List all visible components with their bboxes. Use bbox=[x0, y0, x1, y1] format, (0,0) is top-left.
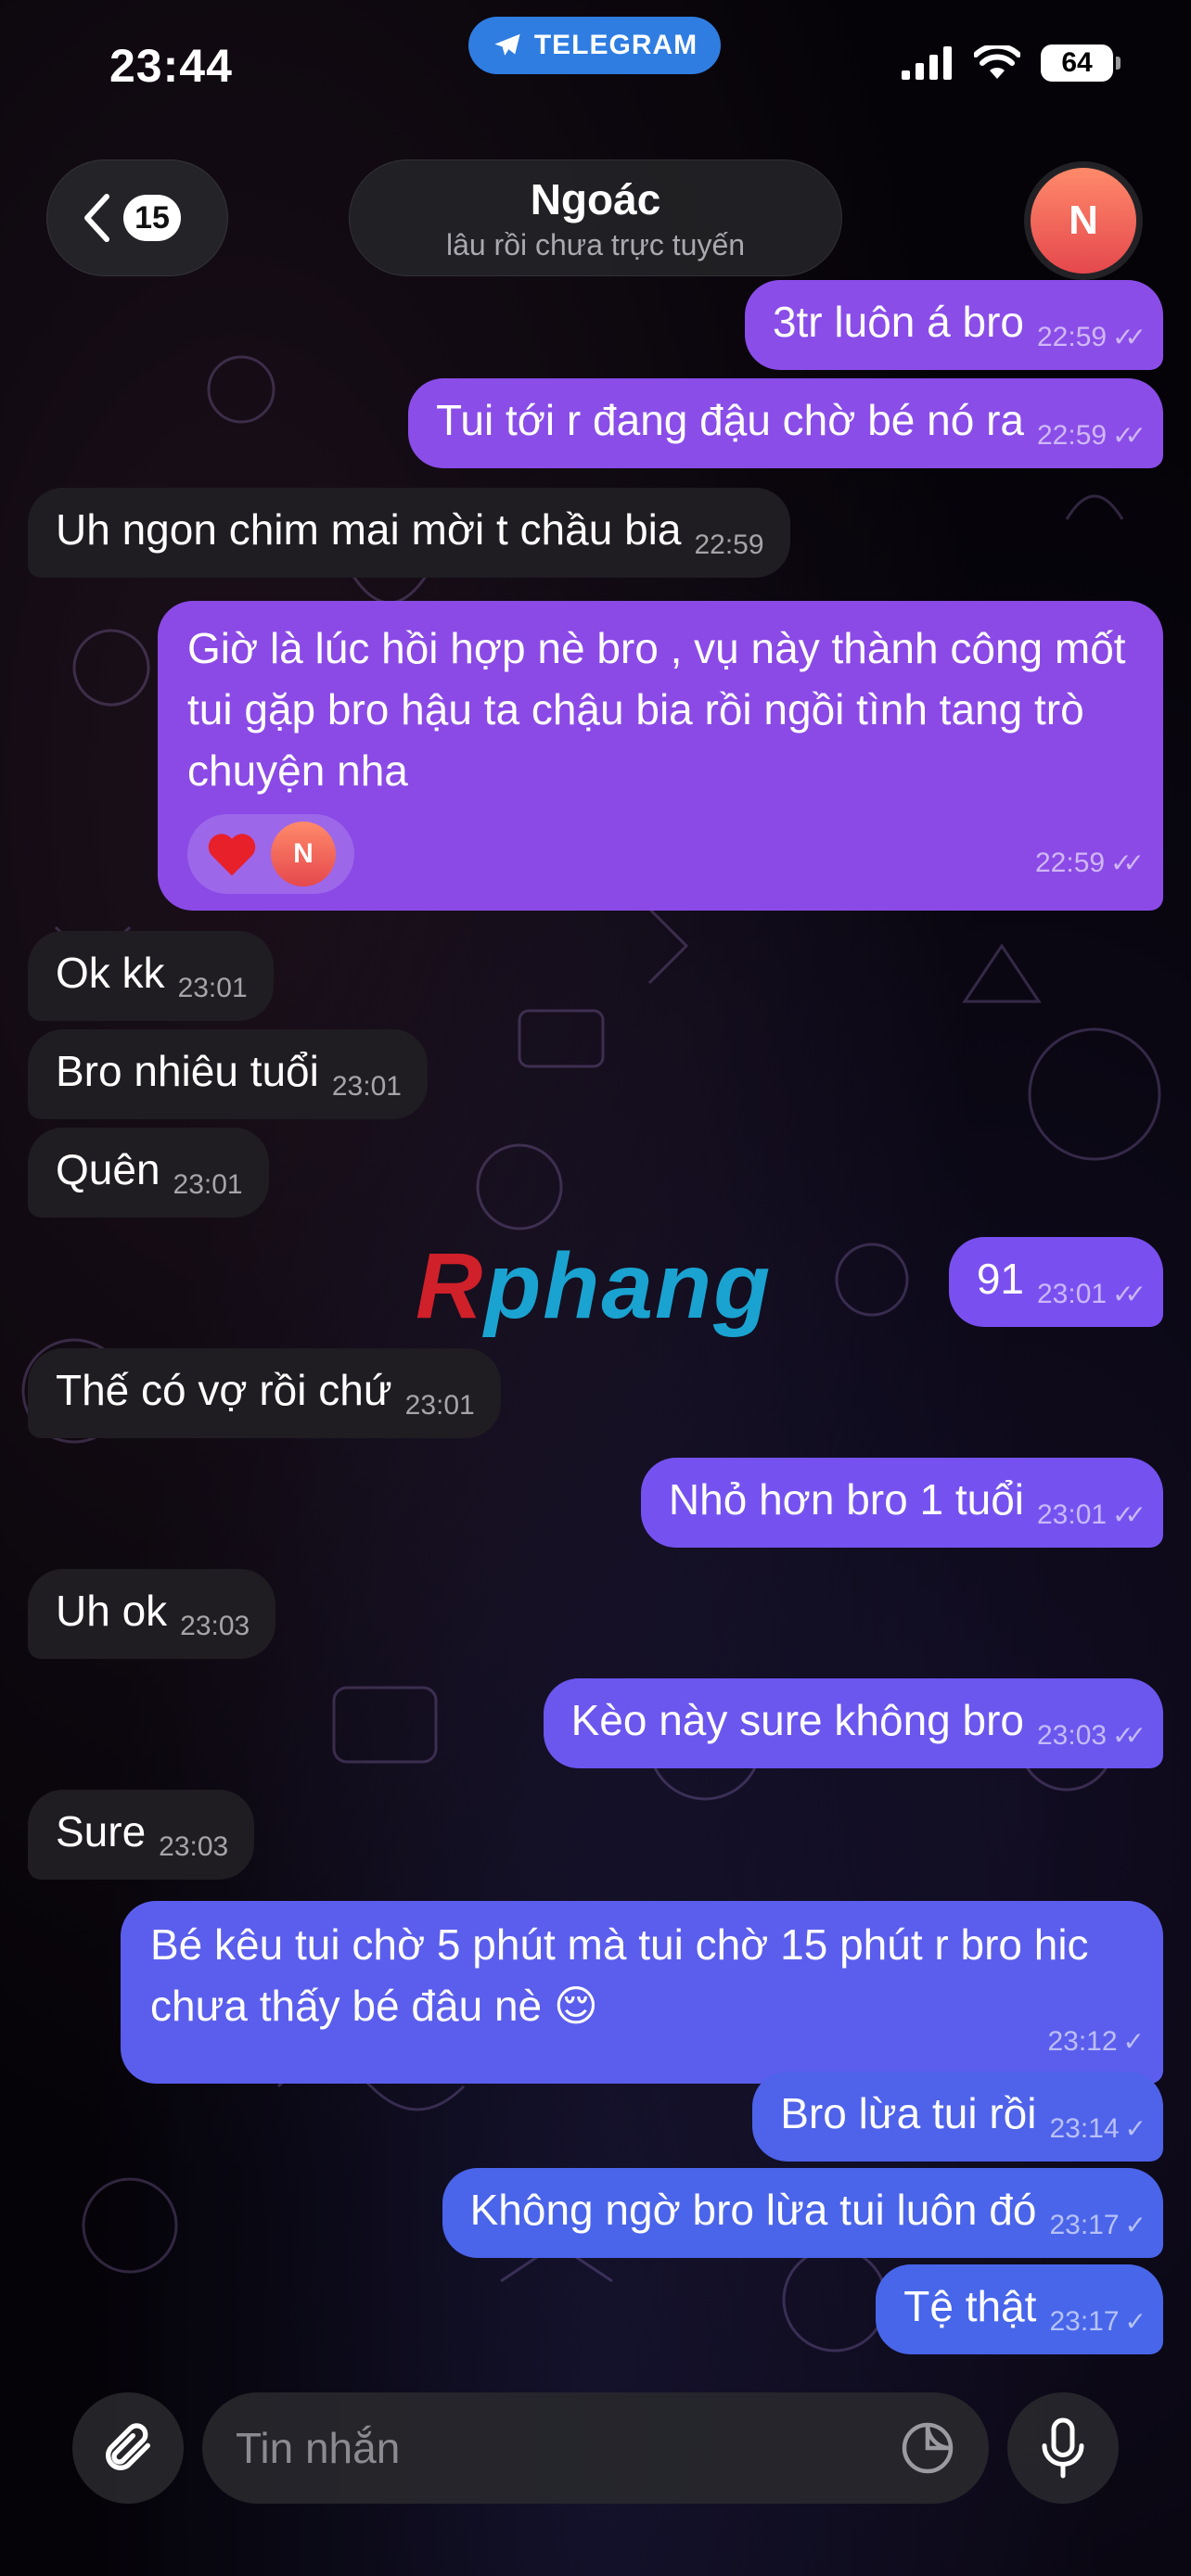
read-ticks-icon: ✓ bbox=[1124, 2211, 1147, 2239]
message-time-meta: 22:59 ✓✓ bbox=[1035, 848, 1145, 878]
message-outgoing[interactable]: 3tr luôn á bro 22:59 ✓✓ bbox=[744, 280, 1163, 370]
chat-title[interactable]: Ngoác lâu rồi chưa trực tuyến bbox=[349, 159, 842, 276]
attach-button[interactable] bbox=[72, 2392, 184, 2504]
message-text: 91 bbox=[976, 1255, 1024, 1303]
paperclip-icon bbox=[106, 2423, 150, 2470]
message-outgoing[interactable]: Kèo này sure không bro 23:03 ✓✓ bbox=[543, 1678, 1163, 1768]
back-button[interactable]: 15 bbox=[46, 159, 228, 276]
reaction-chip[interactable]: N bbox=[187, 814, 354, 894]
watermark-logo: Rphang bbox=[416, 1234, 773, 1338]
status-bar: 23:44 TELEGRAM 64 bbox=[0, 0, 1191, 130]
read-ticks-icon: ✓ bbox=[1122, 2027, 1146, 2056]
unread-count-badge: 15 bbox=[123, 195, 181, 241]
message-time: 22:59 bbox=[694, 529, 764, 560]
message-time: 23:01 bbox=[331, 1071, 402, 1102]
message-text: Nhỏ hơn bro 1 tuổi bbox=[668, 1475, 1024, 1524]
message-time-meta: 23:17 ✓ bbox=[1049, 2306, 1147, 2337]
message-time-meta: 23:01 ✓✓ bbox=[1037, 1499, 1146, 1530]
telegram-pill[interactable]: TELEGRAM bbox=[468, 17, 721, 74]
reaction-avatar: N bbox=[271, 822, 336, 886]
message-incoming[interactable]: Uh ok 23:03 bbox=[28, 1569, 276, 1659]
status-icons: 64 bbox=[902, 45, 1121, 82]
message-time: 23:01 bbox=[173, 1169, 243, 1200]
read-ticks-icon: ✓ bbox=[1124, 2114, 1147, 2143]
status-time: 23:44 bbox=[109, 40, 233, 92]
message-incoming[interactable]: Uh ngon chim mai mời t chầu bia 22:59 bbox=[28, 488, 790, 578]
message-time: 23:01 bbox=[177, 973, 248, 1003]
message-incoming[interactable]: Bro nhiêu tuổi 23:01 bbox=[28, 1029, 428, 1119]
microphone-icon bbox=[1042, 2417, 1084, 2479]
message-text: Thế có vợ rồi chứ bbox=[56, 1366, 392, 1414]
chat-last-seen: lâu rồi chưa trực tuyến bbox=[445, 227, 746, 261]
message-outgoing[interactable]: Bro lừa tui rồi 23:14 ✓ bbox=[752, 2072, 1163, 2162]
battery-icon: 64 bbox=[1041, 45, 1121, 82]
message-outgoing[interactable]: Tệ thật 23:17 ✓ bbox=[876, 2264, 1163, 2354]
message-time-meta: 22:59 ✓✓ bbox=[1037, 420, 1146, 451]
message-text: Kèo này sure không bro bbox=[570, 1696, 1024, 1744]
message-outgoing[interactable]: Không ngờ bro lừa tui luôn đó 23:17 ✓ bbox=[442, 2168, 1163, 2258]
message-text: Bro lừa tui rồi bbox=[780, 2089, 1037, 2137]
message-input-placeholder: Tin nhắn bbox=[236, 2424, 401, 2472]
message-time-meta: 23:14 ✓ bbox=[1049, 2113, 1147, 2144]
chevron-left-icon bbox=[84, 194, 109, 242]
message-text: Ok kk bbox=[56, 949, 165, 997]
read-ticks-icon: ✓✓ bbox=[1112, 323, 1146, 351]
sticker-icon[interactable] bbox=[900, 2420, 955, 2476]
message-incoming[interactable]: Thế có vợ rồi chứ 23:01 bbox=[28, 1348, 501, 1438]
message-text: 3tr luôn á bro bbox=[772, 298, 1024, 346]
wifi-icon bbox=[974, 45, 1020, 79]
message-time-meta: 23:12 ✓ bbox=[1047, 2026, 1146, 2057]
avatar: N bbox=[1031, 168, 1136, 274]
message-text: Uh ngon chim mai mời t chầu bia bbox=[56, 505, 682, 554]
message-incoming[interactable]: Sure 23:03 bbox=[28, 1790, 255, 1880]
message-text: Tui tới r đang đậu chờ bé nó ra bbox=[436, 396, 1024, 444]
message-text: Quên bbox=[56, 1145, 160, 1193]
message-outgoing[interactable]: 91 23:01 ✓✓ bbox=[948, 1237, 1163, 1327]
message-outgoing[interactable]: Tui tới r đang đậu chờ bé nó ra 22:59 ✓✓ bbox=[408, 378, 1163, 468]
message-text: Không ngờ bro lừa tui luôn đó bbox=[469, 2186, 1037, 2234]
message-time-meta: 23:01 ✓✓ bbox=[1037, 1279, 1146, 1309]
message-text: Tệ thật bbox=[903, 2282, 1037, 2330]
message-incoming[interactable]: Quên 23:01 bbox=[28, 1128, 269, 1218]
read-ticks-icon: ✓✓ bbox=[1112, 1280, 1146, 1308]
message-time-meta: 22:59 ✓✓ bbox=[1037, 322, 1146, 352]
message-time: 23:03 bbox=[180, 1611, 250, 1641]
message-text: Giờ là lúc hồi hợp nè bro , vụ này thành… bbox=[187, 624, 1126, 795]
telegram-pill-label: TELEGRAM bbox=[533, 30, 698, 60]
read-ticks-icon: ✓✓ bbox=[1110, 848, 1145, 877]
message-text: Sure bbox=[56, 1807, 147, 1855]
message-time: 23:01 bbox=[404, 1390, 475, 1421]
read-ticks-icon: ✓✓ bbox=[1112, 1721, 1146, 1750]
message-input[interactable]: Tin nhắn bbox=[202, 2392, 989, 2504]
message-outgoing[interactable]: Giờ là lúc hồi hợp nè bro , vụ này thành… bbox=[158, 601, 1163, 911]
message-outgoing[interactable]: Bé kêu tui chờ 5 phút mà tui chờ 15 phút… bbox=[121, 1901, 1163, 2084]
heart-icon bbox=[208, 834, 256, 876]
read-ticks-icon: ✓✓ bbox=[1112, 1500, 1146, 1529]
chat-name: Ngoác bbox=[530, 174, 661, 223]
message-outgoing[interactable]: Nhỏ hơn bro 1 tuổi 23:01 ✓✓ bbox=[640, 1458, 1163, 1548]
message-time-meta: 23:03 ✓✓ bbox=[1037, 1720, 1146, 1751]
telegram-plane-icon bbox=[494, 33, 520, 56]
message-time: 23:03 bbox=[159, 1831, 229, 1862]
voice-record-button[interactable] bbox=[1007, 2392, 1119, 2504]
signal-icon bbox=[902, 46, 952, 80]
message-time-meta: 23:17 ✓ bbox=[1049, 2210, 1147, 2240]
message-text: Bro nhiêu tuổi bbox=[56, 1047, 319, 1095]
chat-avatar-button[interactable]: N bbox=[1024, 161, 1143, 280]
read-ticks-icon: ✓ bbox=[1124, 2307, 1147, 2336]
message-incoming[interactable]: Ok kk 23:01 bbox=[28, 931, 274, 1021]
message-text: Uh ok bbox=[56, 1587, 168, 1635]
read-ticks-icon: ✓✓ bbox=[1112, 421, 1146, 450]
